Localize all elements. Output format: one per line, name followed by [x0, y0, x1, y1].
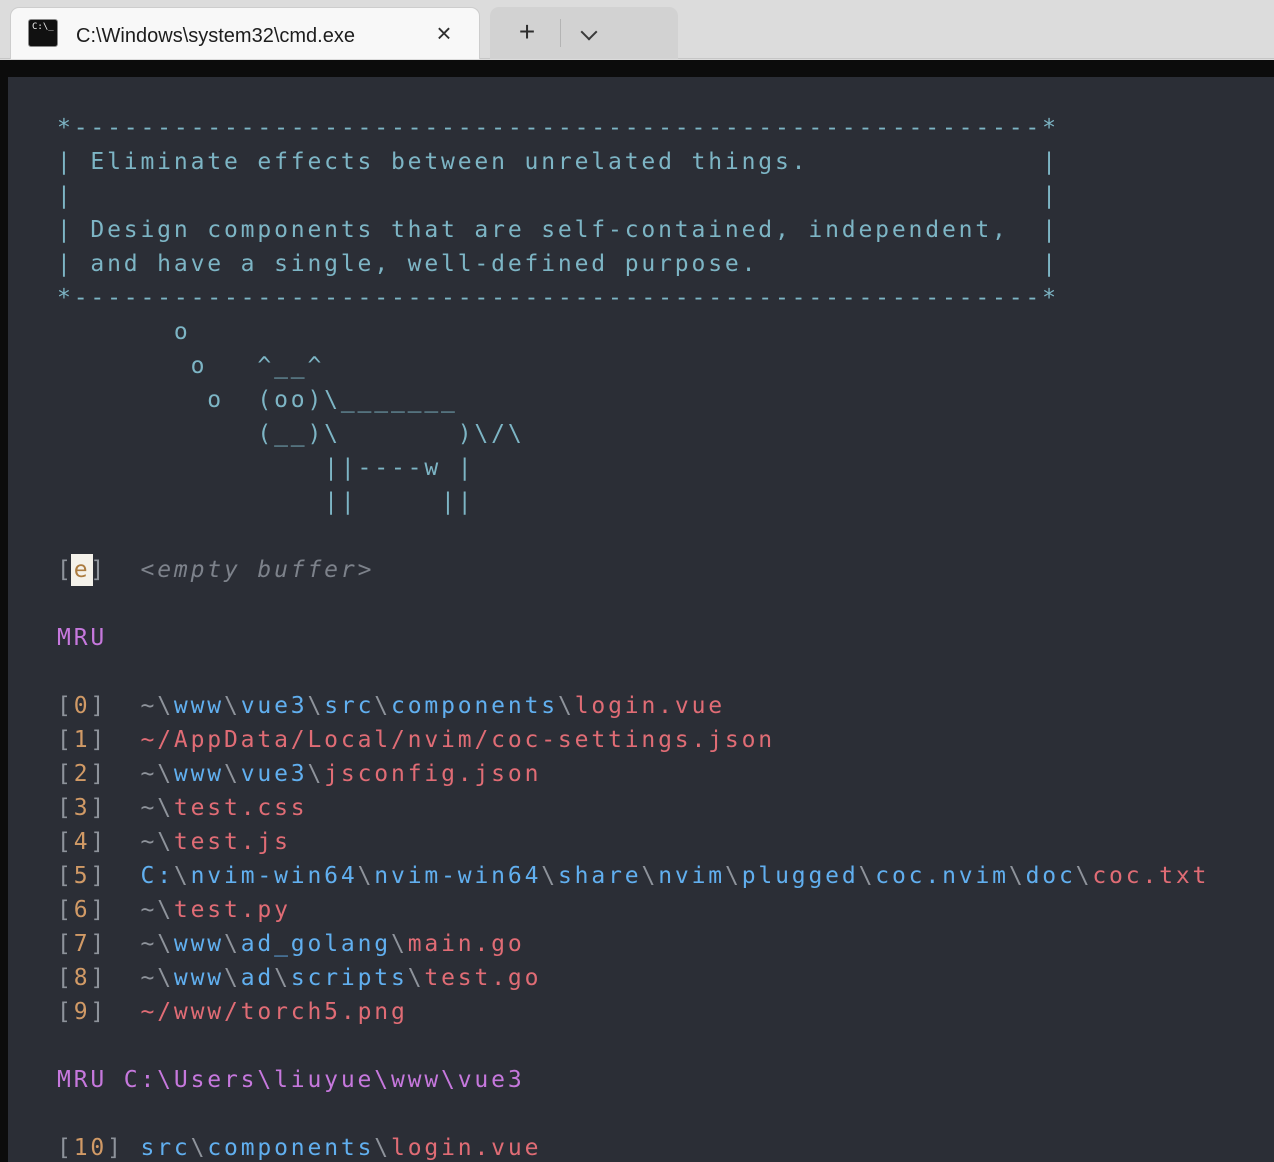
terminal-line: | | — [57, 179, 1209, 213]
terminal-screen[interactable]: *---------------------------------------… — [8, 77, 1274, 1162]
chevron-down-icon — [581, 24, 598, 41]
startify-entry-line[interactable]: [4] ~\test.js — [57, 825, 1209, 859]
terminal-blank-line — [57, 1029, 1209, 1063]
startify-entry-line[interactable]: [8] ~\www\ad\scripts\test.go — [57, 961, 1209, 995]
terminal-blank-line — [57, 519, 1209, 553]
terminal-line: ||----w | — [57, 451, 1209, 485]
startify-entry-line[interactable]: [e] <empty buffer> — [57, 553, 1209, 587]
startify-buffer: *---------------------------------------… — [57, 111, 1209, 1162]
terminal-line: | Design components that are self-contai… — [57, 213, 1209, 247]
tab-dropdown-button[interactable] — [573, 16, 605, 50]
terminal-blank-line — [57, 587, 1209, 621]
startify-entry-line[interactable]: [6] ~\test.py — [57, 893, 1209, 927]
terminal-tab-cmd[interactable]: C:\_ C:\Windows\system32\cmd.exe × — [10, 7, 480, 59]
terminal-blank-line — [57, 655, 1209, 689]
tab-actions-panel: + — [490, 7, 678, 59]
startify-entry-line[interactable]: [9] ~/www/torch5.png — [57, 995, 1209, 1029]
startify-entry-line[interactable]: [5] C:\nvim-win64\nvim-win64\share\nvim\… — [57, 859, 1209, 893]
terminal-line: *---------------------------------------… — [57, 281, 1209, 315]
startify-entry-line[interactable]: [1] ~/AppData/Local/nvim/coc-settings.js… — [57, 723, 1209, 757]
terminal-line: (__)\ )\/\ — [57, 417, 1209, 451]
terminal-cursor: e — [74, 557, 91, 583]
startify-entry-line[interactable]: [2] ~\www\vue3\jsconfig.json — [57, 757, 1209, 791]
cmd-prompt-icon: C:\_ — [28, 19, 58, 47]
terminal-line: o ^__^ — [57, 349, 1209, 383]
tab-close-button[interactable]: × — [428, 18, 460, 50]
tab-title: C:\Windows\system32\cmd.exe — [76, 22, 421, 50]
terminal-line: || || — [57, 485, 1209, 519]
terminal-blank-line — [57, 1097, 1209, 1131]
startify-entry-line[interactable]: [7] ~\www\ad_golang\main.go — [57, 927, 1209, 961]
startify-entry-line[interactable]: [10] src\components\login.vue — [57, 1131, 1209, 1162]
terminal-line: *---------------------------------------… — [57, 111, 1209, 145]
terminal-line: | Eliminate effects between unrelated th… — [57, 145, 1209, 179]
close-icon: × — [436, 18, 451, 48]
terminal-line: o (oo)\_______ — [57, 383, 1209, 417]
startify-entry-line[interactable]: [0] ~\www\vue3\src\components\login.vue — [57, 689, 1209, 723]
terminal-line: MRU — [57, 621, 1209, 655]
terminal-line: MRU C:\Users\liuyue\www\vue3 — [57, 1063, 1209, 1097]
divider — [560, 19, 561, 47]
tab-bar: C:\_ C:\Windows\system32\cmd.exe × + — [0, 0, 1274, 59]
terminal-line: | and have a single, well-defined purpos… — [57, 247, 1209, 281]
plus-icon: + — [519, 16, 535, 47]
terminal-window-padding: *---------------------------------------… — [0, 60, 1274, 1162]
terminal-line: o — [57, 315, 1209, 349]
startify-entry-line[interactable]: [3] ~\test.css — [57, 791, 1209, 825]
new-tab-button[interactable]: + — [511, 16, 543, 50]
